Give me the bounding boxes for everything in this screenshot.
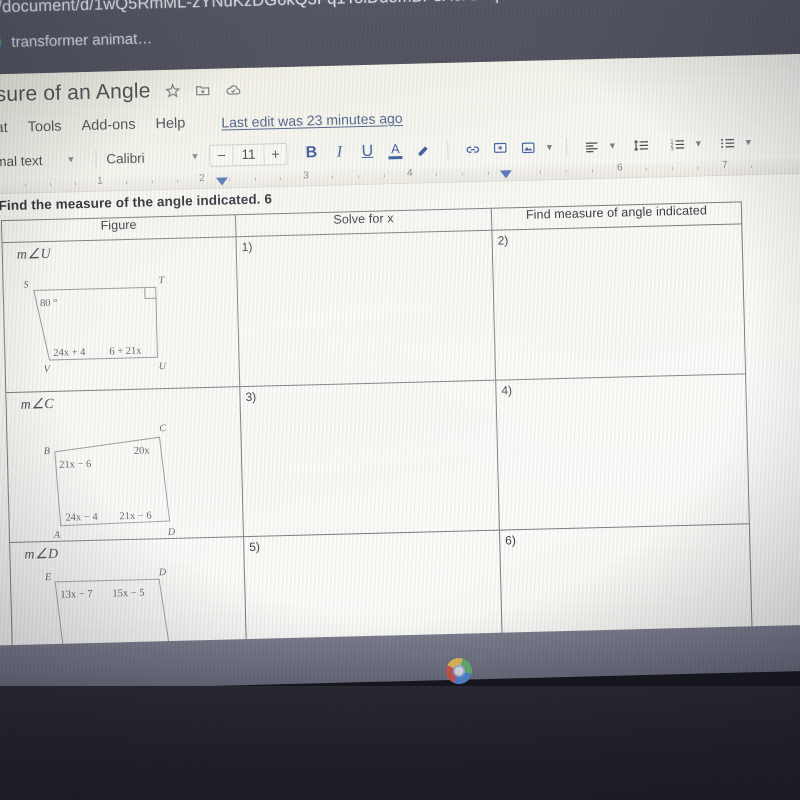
menu-item-format[interactable]: ormat — [0, 120, 8, 137]
omnibox-suggestion-label: transformer animat… — [11, 30, 153, 51]
chevron-down-icon[interactable]: ▼ — [542, 142, 556, 152]
move-to-folder-icon[interactable] — [194, 82, 210, 98]
vertex-label-s: S — [23, 279, 28, 290]
ruler-number: 1 — [97, 175, 103, 187]
ruler-number: 4 — [406, 167, 413, 179]
font-size-value[interactable]: 11 — [232, 144, 265, 166]
svg-text:3: 3 — [670, 146, 673, 152]
figure-quadrilateral-abcd: B C A D 20x 21x − 6 24x − 4 21x − 6 — [44, 423, 176, 541]
insert-image-icon[interactable] — [514, 134, 543, 161]
vertex-label-d: D — [158, 567, 167, 578]
expression-24x-4: 24x + 4 — [53, 347, 86, 359]
find-measure-cell-1[interactable]: 2) — [491, 223, 746, 381]
text-color-button[interactable]: A — [381, 138, 410, 165]
toolbar-divider — [447, 140, 449, 159]
underline-button[interactable]: U — [353, 139, 382, 166]
add-comment-icon[interactable] — [486, 135, 515, 162]
vertex-label-d: D — [167, 527, 176, 538]
toolbar-divider — [566, 137, 568, 156]
ruler-number: 3 — [302, 170, 309, 182]
bold-button[interactable]: B — [297, 140, 326, 167]
vertex-label-a: A — [53, 530, 61, 541]
question-number: 3) — [245, 389, 257, 405]
left-indent-marker[interactable] — [215, 177, 229, 186]
laptop-screen-photo: m/document/d/1wQ5RmML-zYNuKzDG6kQ3Fq1Toi… — [0, 0, 800, 800]
solve-for-x-cell-1[interactable]: 1) — [235, 230, 496, 387]
text-color-swatch — [388, 155, 403, 160]
cloud-status-icon — [224, 81, 241, 98]
expression-21x-6-top: 21x − 6 — [59, 459, 91, 471]
chevron-down-icon[interactable]: ▼ — [741, 137, 755, 147]
chevron-down-icon: ▼ — [190, 151, 200, 162]
expression-6-21x: 6 + 21x — [109, 346, 142, 358]
star-icon[interactable] — [164, 83, 181, 99]
toolbar-divider — [95, 149, 97, 168]
paragraph-style-label: Normal text — [0, 152, 43, 170]
question-number: 4) — [501, 383, 513, 398]
omnibox-suggestion[interactable]: transformer animat… — [0, 30, 153, 52]
align-left-icon[interactable] — [577, 133, 606, 160]
line-spacing-icon[interactable] — [627, 132, 656, 159]
figure-cell-2[interactable]: m∠C B C A D 20x 21x − 6 24x − 4 21x − 6 — [5, 386, 244, 543]
vertex-label-t: T — [158, 275, 165, 286]
expression-20x: 20x — [134, 445, 151, 456]
expression-13x-7: 13x − 7 — [60, 589, 92, 601]
address-bar-url[interactable]: m/document/d/1wQ5RmML-zYNuKzDG6kQ3Fq1Toi… — [0, 0, 569, 18]
question-number: 6) — [505, 533, 517, 548]
question-number: 1) — [241, 239, 253, 255]
laptop-bezel — [0, 686, 800, 800]
last-edit-link[interactable]: Last edit was 23 minutes ago — [221, 110, 403, 131]
figure-quadrilateral-stuv: S T V U 80 ° 24x + 4 6 + 21x — [23, 275, 167, 375]
figure-cell-1[interactable]: m∠U S T V U 80 ° 24x + 4 6 + 21x — [2, 236, 240, 393]
ruler-number: 2 — [199, 172, 205, 185]
numbered-list-icon[interactable]: 1 2 3 — [663, 131, 692, 158]
worksheet-instruction: Find the measure of the angle indicated.… — [0, 191, 273, 214]
font-family-dropdown[interactable]: Calibri ▼ — [106, 149, 200, 166]
vertex-label-b: B — [44, 446, 50, 457]
vertex-label-c: C — [159, 423, 166, 434]
vertex-label-u: U — [159, 361, 167, 372]
table-row: m∠U S T V U 80 ° 24x + 4 6 + 21x 1) 2) — [2, 223, 746, 393]
question-number: 2) — [497, 233, 509, 248]
ruler-number: 6 — [616, 162, 623, 174]
chevron-down-icon[interactable]: ▼ — [605, 140, 619, 151]
expression-24x-4: 24x − 4 — [65, 512, 98, 524]
google-docs-app: asure of an Angle ormat Tools Add-ons He… — [0, 53, 800, 673]
page-title[interactable]: asure of an Angle — [0, 79, 151, 107]
font-size-decrease-button[interactable]: − — [210, 147, 232, 165]
menu-item-tools[interactable]: Tools — [27, 119, 61, 136]
insert-link-icon[interactable] — [458, 136, 487, 163]
text-color-label: A — [390, 141, 400, 157]
expression-15x-5: 15x − 5 — [112, 588, 144, 600]
table-row: m∠C B C A D 20x 21x − 6 24x − 4 21x − 6 … — [5, 373, 750, 543]
solve-for-x-cell-2[interactable]: 3) — [239, 380, 500, 537]
angle-measure-80: 80 ° — [40, 298, 58, 309]
font-family-label: Calibri — [106, 150, 145, 166]
ruler-number: 7 — [721, 159, 728, 171]
paragraph-style-dropdown[interactable]: Normal text ▼ — [0, 152, 86, 170]
italic-button[interactable]: I — [325, 139, 354, 166]
chrome-icon[interactable] — [446, 658, 472, 684]
menu-item-addons[interactable]: Add-ons — [81, 117, 135, 134]
expression-21x-6-bottom: 21x − 6 — [119, 510, 151, 522]
screen-content: m/document/d/1wQ5RmML-zYNuKzDG6kQ3Fq1Toi… — [0, 0, 800, 697]
google-g-icon — [0, 34, 2, 52]
vertex-label-e: E — [44, 572, 51, 583]
menu-item-help[interactable]: Help — [155, 115, 185, 132]
right-indent-marker[interactable] — [499, 170, 513, 179]
bulleted-list-icon[interactable] — [713, 129, 742, 156]
font-size-stepper[interactable]: − 11 + — [209, 142, 288, 167]
font-size-increase-button[interactable]: + — [264, 145, 286, 163]
chevron-down-icon[interactable]: ▼ — [691, 138, 705, 148]
question-number: 5) — [249, 539, 261, 554]
chevron-down-icon: ▼ — [66, 154, 76, 165]
worksheet-table: Figure Solve for x Find measure of angle… — [1, 201, 753, 665]
vertex-label-v: V — [44, 364, 52, 375]
find-measure-cell-2[interactable]: 4) — [495, 373, 750, 531]
highlighter-icon[interactable] — [409, 137, 438, 164]
document-page: 3 Find the measure of the angle indicate… — [0, 173, 800, 673]
